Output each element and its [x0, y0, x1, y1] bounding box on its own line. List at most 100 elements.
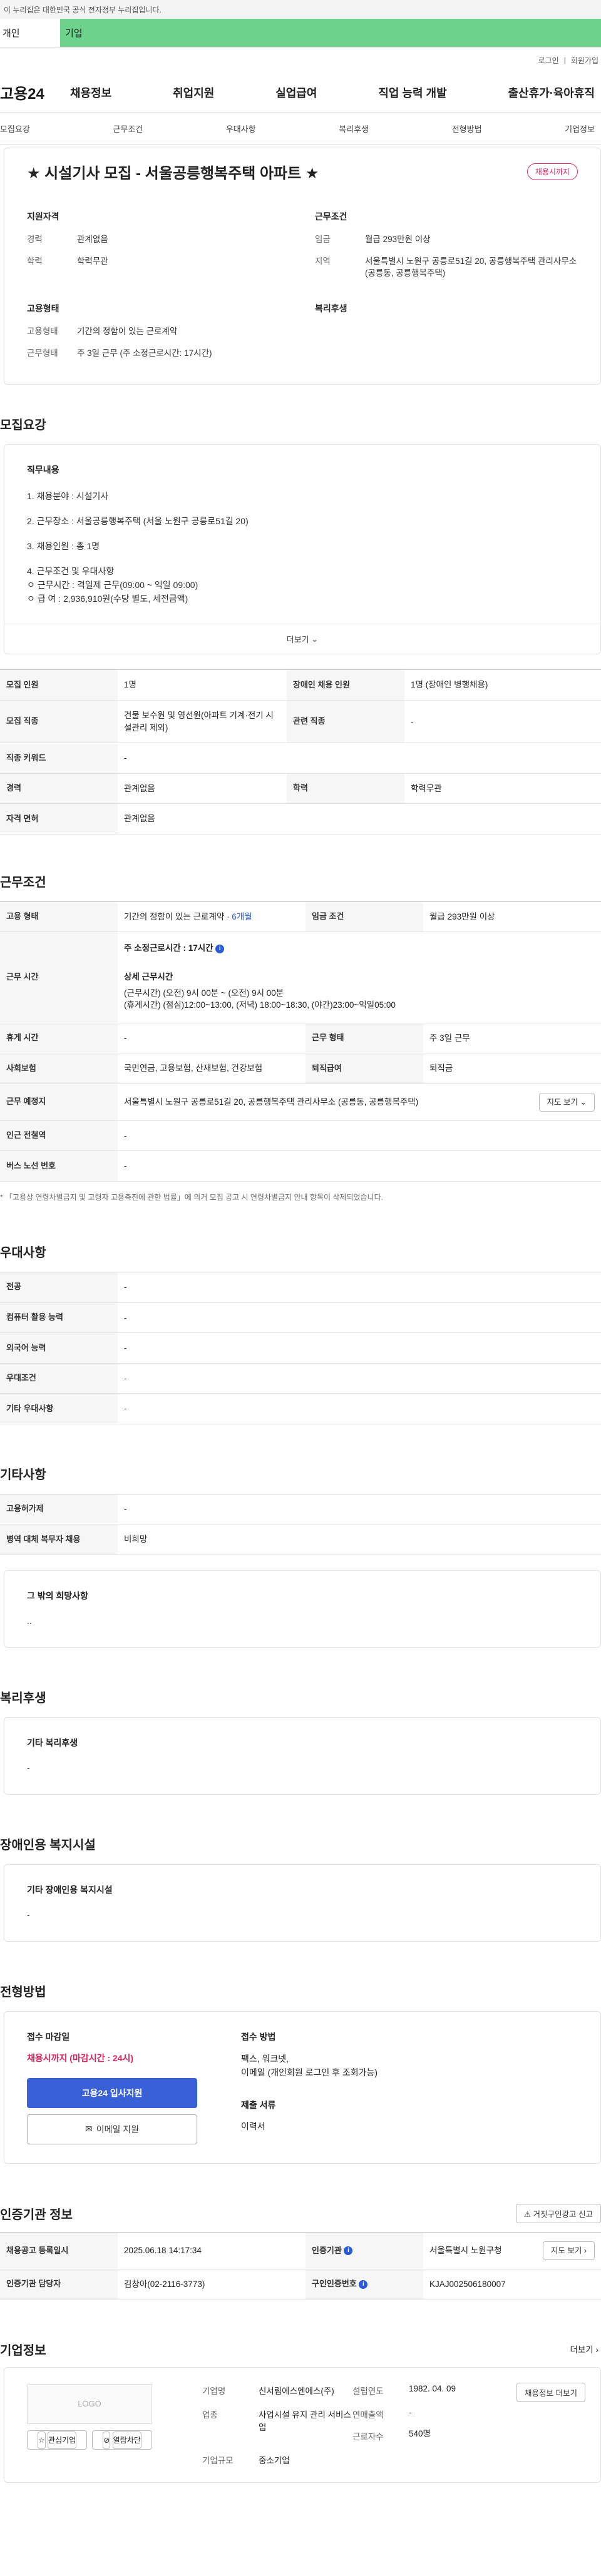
interest-button[interactable]: ☆ 관심기업 [27, 2430, 87, 2450]
cell-header: 퇴직급여 [306, 1053, 423, 1084]
company-more-link[interactable]: 더보기 › [570, 2343, 601, 2355]
anchor-preference[interactable]: 우대사항 [226, 123, 256, 134]
wage-value: 월급 293만원 이상 [365, 235, 431, 244]
qualification-block: 지원자격 경력 관계없음 학력 학력무관 [27, 210, 290, 290]
cell-header: 인증기관 i [306, 2231, 423, 2270]
apply-button[interactable]: 고용24 입사지원 [27, 2077, 197, 2108]
util-nav: 로그인 | 회원가입 [0, 48, 601, 73]
employment-block: 고용형태 고용형태 기간의 정함이 있는 근로계약 근무형태 주 3일 근무 (주 … [27, 302, 290, 370]
cell-value: 서울특별시 노원구청 지도 보기 › [423, 2231, 601, 2270]
cell-header: 직종 키워드 [0, 743, 118, 774]
job-title: ★ 시설기사 모집 - 서울공릉행복주택 아파트 ★ [27, 165, 319, 182]
recruit-table: 모집 인원 1명 장애인 채용 인원 1명 (장애인 병행채용) 모집 직종 건… [0, 669, 601, 834]
section-title-welfare: 복리후생 [0, 1691, 46, 1705]
label: 업종 [202, 2410, 218, 2420]
welfare-value: - [27, 1762, 30, 1773]
desc-line: 3. 채용인원 : 총 1명 [27, 541, 100, 552]
company-header: 기업정보 더보기 › [0, 2340, 601, 2358]
more-button[interactable]: 더보기 ⌄ [4, 624, 601, 655]
employment-type-value: 기간의 정함이 있는 근로계약 [77, 326, 178, 336]
documents-value: 이력서 [241, 2121, 265, 2131]
section-title-recruit: 모집요강 [0, 418, 46, 433]
tab-company[interactable]: 기업 [60, 19, 601, 47]
etc-table: 고용허가제 - 병역 대체 복무자 채용 비희망 [0, 1493, 601, 1555]
cell-header: 버스 노선 번호 [0, 1150, 118, 1182]
cell-header: 고용허가제 [0, 1493, 118, 1525]
section-anchor-nav: 모집요강 근무조건 우대사항 복리후생 전형방법 기업정보 [0, 113, 601, 145]
menu-item-training[interactable]: 직업 능력 개발 [378, 84, 446, 101]
staff-value: 540명 [409, 2428, 431, 2438]
hope-title: 그 밖의 희망사항 [27, 1590, 88, 1601]
table-row: 모집 직종 건물 보수원 및 영선원(아파트 기계·전기 시설관리 제외) 관련… [0, 700, 601, 744]
signup-link[interactable]: 회원가입 [571, 55, 598, 66]
section-title-company: 기업정보 [0, 2343, 46, 2358]
section-title-conditions: 근무조건 [0, 875, 46, 890]
job-description-box: 직무내용 1. 채용분야 : 시설기사 2. 근무장소 : 서울공릉행복주택 (… [4, 444, 601, 625]
block-button[interactable]: ⊘ 열람차단 [92, 2430, 152, 2450]
table-row: 자격 면허 관계없음 [0, 803, 601, 834]
login-link[interactable]: 로그인 [538, 55, 559, 66]
cell-value: - [118, 1393, 601, 1424]
desc-line: 1. 채용분야 : 시설기사 [27, 491, 109, 502]
menu-item-employment-support[interactable]: 취업지원 [173, 84, 214, 101]
cell-header: 외국어 능력 [0, 1332, 118, 1364]
anchor-company[interactable]: 기업정보 [565, 123, 595, 134]
desc-line: ㅇ 근무시간 : 격일제 근무(09:00 ~ 익일 09:00) [27, 580, 198, 591]
block-icon: ⊘ [103, 2431, 111, 2449]
education-value: 학력무관 [77, 256, 108, 266]
map-button[interactable]: 지도 보기 › [542, 2241, 595, 2261]
table-row: 휴게 시간 - 근무 형태 주 3일 근무 [0, 1023, 601, 1054]
tab-personal[interactable]: 개인 [0, 19, 60, 47]
info-icon[interactable]: i [359, 2280, 368, 2289]
cell-header: 병역 대체 복무자 채용 [0, 1524, 118, 1555]
documents-title: 제출 서류 [241, 2099, 276, 2110]
label: 연매출액 [352, 2410, 384, 2420]
career-value: 관계없음 [77, 235, 108, 244]
company-name: 신서림에스엔에스(주) [259, 2386, 334, 2396]
cell-header: 자격 면허 [0, 803, 118, 834]
cell-value: 국민연금, 고용보험, 산재보험, 건강보험 [118, 1053, 306, 1084]
cell-header: 근무 예정지 [0, 1083, 118, 1121]
time-detail-line: (근무시간) (오전) 9시 00분 ~ (오전) 9시 00분 [124, 988, 284, 998]
company-more-label: 더보기 [570, 2345, 593, 2355]
method-line: 팩스, 워크넷, [241, 2053, 289, 2064]
table-row: 근무 시간 주 소정근로시간 : 17시간 i 상세 근무시간 (근무시간) (… [0, 931, 601, 1023]
cell-header: 모집 인원 [0, 669, 118, 701]
anchor-conditions[interactable]: 근무조건 [113, 123, 143, 134]
site-logo[interactable]: 고용24 [0, 81, 70, 103]
table-row: 우대조건 - [0, 1363, 601, 1394]
job-description-title: 직무내용 [27, 465, 59, 475]
menu-item-unemployment-benefit[interactable]: 실업급여 [275, 84, 317, 101]
email-apply-button[interactable]: ✉ 이메일 지원 [27, 2114, 197, 2144]
cell-header: 기타 우대사항 [0, 1393, 118, 1424]
cell-value: - [118, 743, 601, 774]
qualification-title: 지원자격 [27, 211, 59, 221]
more-label: 더보기 [286, 635, 309, 645]
cell-value: - [118, 1493, 601, 1525]
anchor-recruit[interactable]: 모집요강 [0, 123, 30, 134]
cell-value: KJAJ002506180007 [423, 2269, 601, 2300]
cell-header: 고용 형태 [0, 901, 118, 933]
anchor-welfare[interactable]: 복리후생 [339, 123, 369, 134]
company-jobs-button[interactable]: 채용정보 더보기 [516, 2382, 585, 2402]
work-type-value: 주 3일 근무 (주 소정근로시간: 17시간) [77, 348, 212, 358]
map-button[interactable]: 지도 보기 ⌄ [538, 1092, 595, 1112]
info-icon[interactable]: i [344, 2246, 353, 2256]
menu-item-jobs[interactable]: 채용정보 [70, 84, 111, 101]
cell-value: - [118, 1302, 601, 1334]
cell-value: 주 소정근로시간 : 17시간 i 상세 근무시간 (근무시간) (오전) 9시… [118, 931, 601, 1023]
cell-value: - [404, 700, 601, 744]
report-button[interactable]: ⚠ 거짓구인광고 신고 [515, 2203, 601, 2223]
divider: | [563, 56, 566, 64]
cell-header: 임금 조건 [306, 901, 423, 933]
work-location: 서울특별시 노원구 공릉로51길 20, 공릉행복주택 관리사무소 (공릉동, … [124, 1097, 419, 1107]
anchor-process[interactable]: 전형방법 [452, 123, 482, 134]
label: 지역 [315, 256, 331, 266]
contract-period: · 6개월 [227, 911, 252, 921]
age-discrimination-note: * 「고용상 연령차별금지 및 고령자 고용촉진에 관한 법률」에 의거 모집 … [0, 1193, 383, 1202]
info-icon[interactable]: i [215, 944, 225, 953]
preference-table: 전공 - 컴퓨터 활용 능력 - 외국어 능력 - 우대조건 - 기타 우대사항 - [0, 1272, 601, 1424]
menu-item-parental-leave[interactable]: 출산휴가·육아휴직 [508, 84, 595, 101]
label: 기업명 [202, 2386, 226, 2396]
desc-line: 4. 근무조건 및 우대사항 [27, 566, 115, 577]
